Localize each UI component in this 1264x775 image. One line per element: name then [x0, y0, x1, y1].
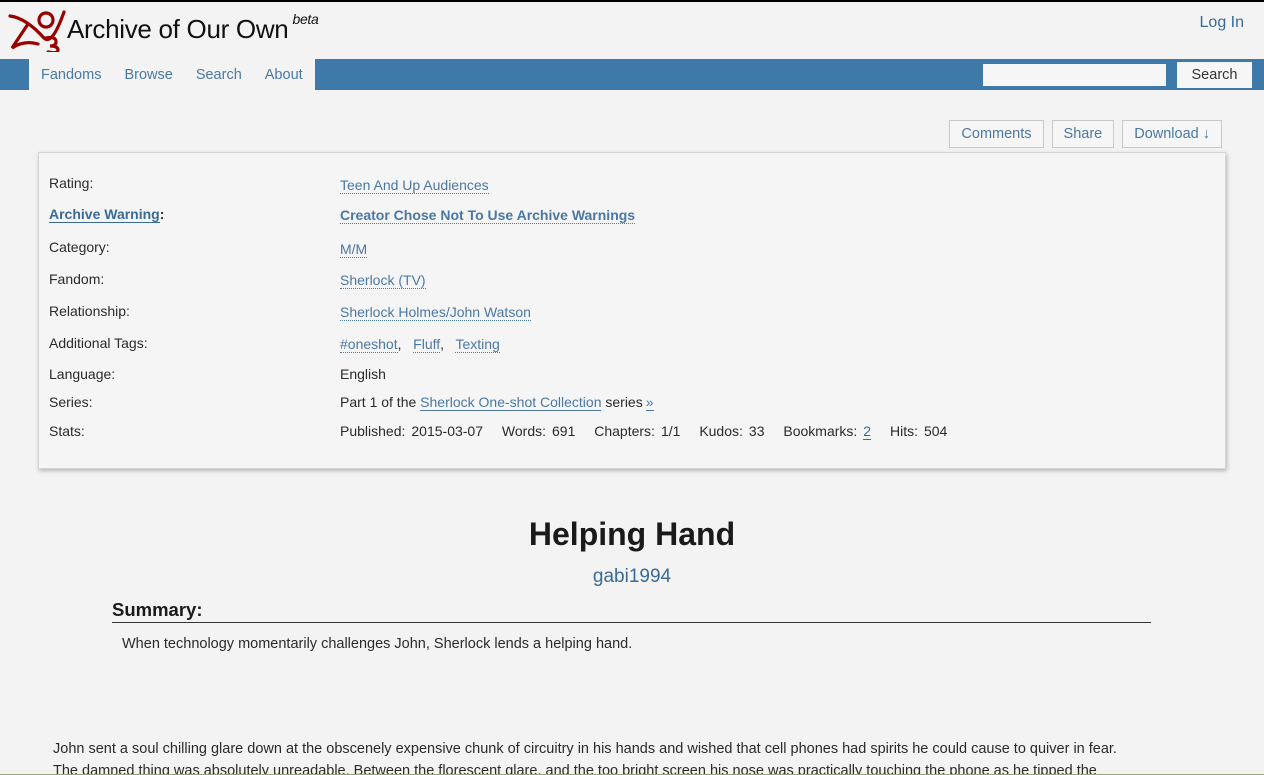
- nav-item-fandoms[interactable]: Fandoms: [41, 67, 101, 83]
- author-link[interactable]: gabi1994: [0, 566, 1264, 588]
- words-value: 691: [552, 423, 576, 439]
- rating-label: Rating:: [49, 175, 94, 191]
- nav-item-browse[interactable]: Browse: [124, 67, 172, 83]
- fandom-tag[interactable]: Sherlock (TV): [340, 272, 426, 289]
- ao3-logo-icon[interactable]: [6, 4, 68, 52]
- words-label: Words:: [501, 423, 546, 439]
- chapter-text: John sent a soul chilling glare down at …: [53, 738, 1213, 775]
- nav-item-search[interactable]: Search: [196, 67, 242, 83]
- series-prefix: Part 1 of the: [340, 394, 417, 410]
- series-suffix: series: [605, 394, 643, 410]
- nav-menu: Fandoms Browse Search About: [29, 59, 315, 90]
- category-tag[interactable]: M/M: [340, 241, 368, 258]
- series-next-link[interactable]: »: [645, 394, 654, 411]
- login-link[interactable]: Log In: [1200, 14, 1244, 32]
- site-title[interactable]: Archive of Our Own beta: [67, 11, 319, 45]
- bookmarks-label: Bookmarks:: [783, 423, 858, 439]
- kudos-label: Kudos:: [699, 423, 743, 439]
- stats-label: Stats:: [49, 423, 85, 439]
- summary-heading: Summary:: [112, 599, 1151, 623]
- chapters-label: Chapters:: [594, 423, 655, 439]
- warning-label-colon: :: [159, 206, 165, 222]
- relationship-label: Relationship:: [49, 303, 130, 319]
- chapter-text-line: The damned thing was absolutely unreadab…: [53, 763, 1097, 775]
- beta-badge: beta: [292, 11, 319, 28]
- warning-tag[interactable]: Creator Chose Not To Use Archive Warning…: [340, 207, 636, 224]
- published-label: Published:: [340, 423, 406, 439]
- archive-warning-help-link[interactable]: Archive Warning: [49, 206, 160, 223]
- summary-text: When technology momentarily challenges J…: [122, 636, 633, 652]
- series-link[interactable]: Sherlock One-shot Collection: [420, 394, 602, 411]
- chapters-value: 1/1: [660, 423, 681, 439]
- language-value: English: [340, 366, 386, 382]
- search-input[interactable]: [983, 64, 1166, 86]
- additional-tag[interactable]: Texting: [455, 336, 500, 353]
- series-label: Series:: [49, 394, 93, 410]
- site-header: Archive of Our Own beta Log In: [0, 2, 1264, 59]
- tag-separator: ,: [440, 336, 452, 352]
- additional-tags-label: Additional Tags:: [49, 335, 148, 351]
- hits-value: 504: [923, 423, 948, 439]
- primary-nav: Fandoms Browse Search About Search: [0, 59, 1264, 90]
- chapter-text-line: John sent a soul chilling glare down at …: [53, 741, 1117, 757]
- bookmarks-link[interactable]: 2: [863, 423, 872, 440]
- additional-tag[interactable]: Fluff: [413, 336, 441, 353]
- tag-separator: ,: [397, 336, 410, 352]
- hits-label: Hits:: [889, 423, 918, 439]
- kudos-value: 33: [748, 423, 765, 439]
- language-label: Language:: [49, 366, 116, 382]
- category-label: Category:: [49, 239, 110, 255]
- work-title: Helping Hand: [528, 516, 736, 552]
- fandom-label: Fandom:: [49, 271, 105, 287]
- published-value: 2015-03-07: [411, 423, 484, 439]
- work-meta: Rating: Teen And Up Audiences Archive Wa…: [38, 152, 1226, 469]
- nav-item-about[interactable]: About: [265, 67, 303, 83]
- download-button[interactable]: Download ↓: [1122, 120, 1222, 148]
- search-button[interactable]: Search: [1177, 62, 1252, 88]
- work-actions: Comments Share Download ↓: [949, 120, 1222, 148]
- comments-button[interactable]: Comments: [949, 120, 1044, 148]
- additional-tag[interactable]: #oneshot: [340, 336, 398, 353]
- relationship-tag[interactable]: Sherlock Holmes/John Watson: [340, 304, 531, 321]
- rating-tag[interactable]: Teen And Up Audiences: [340, 177, 489, 194]
- share-button[interactable]: Share: [1051, 120, 1115, 148]
